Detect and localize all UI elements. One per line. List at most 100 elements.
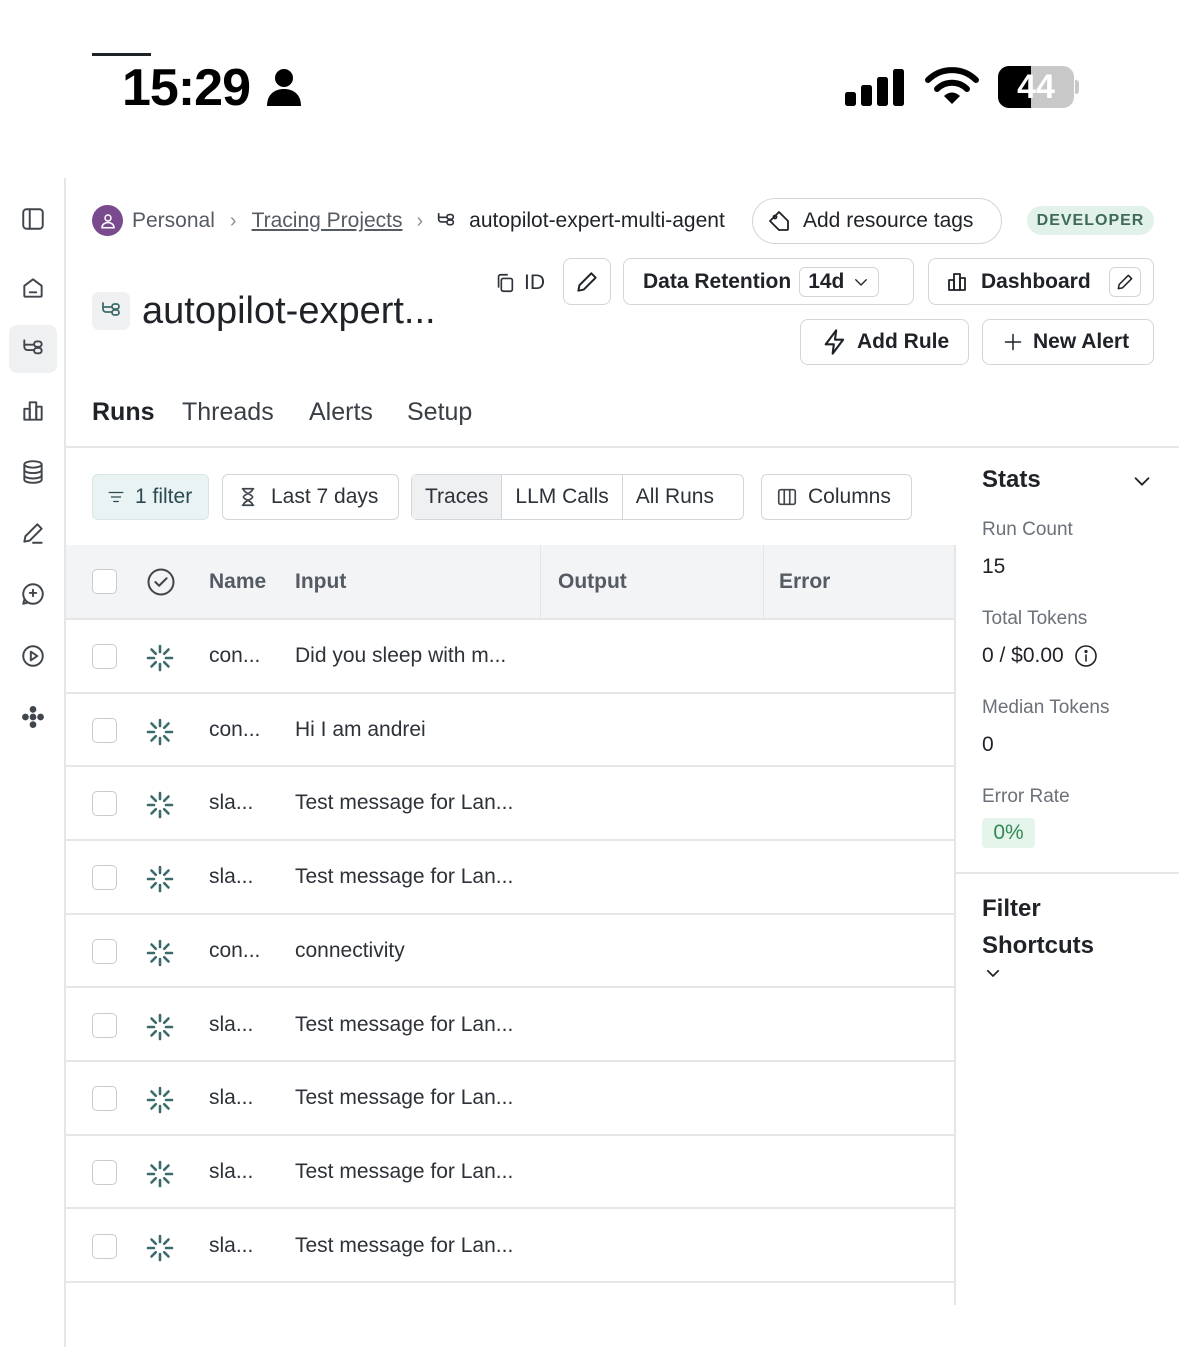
nav-prompts[interactable] [9, 570, 57, 618]
edit-dashboard-button[interactable] [1108, 266, 1141, 297]
tag-icon [769, 211, 789, 231]
chevron-right-icon: › [229, 209, 237, 232]
new-alert-button[interactable]: New Alert [982, 319, 1154, 365]
segment-traces[interactable]: Traces [412, 475, 503, 519]
column-header-output[interactable]: Output [558, 570, 627, 594]
project-tree-icon [438, 212, 455, 226]
copy-icon [497, 273, 514, 293]
table-header: Name Input Output Error [66, 545, 954, 620]
bar-chart-icon [23, 401, 43, 421]
row-checkbox[interactable] [92, 865, 117, 891]
copy-id-button[interactable]: ID [494, 268, 545, 298]
row-checkbox[interactable] [92, 1012, 117, 1038]
total-tokens-value: 0 / $0.00 [982, 644, 1064, 667]
battery-indicator: 44 [998, 66, 1079, 108]
select-all-checkbox[interactable] [92, 569, 117, 594]
data-retention-label: Data Retention [643, 269, 792, 293]
run-input: Test message for Lan... [295, 1233, 514, 1257]
table-row[interactable]: sla... Test message for Lan... [66, 1210, 954, 1284]
row-checkbox[interactable] [92, 1159, 117, 1185]
nav-home[interactable] [9, 264, 57, 312]
nav-playground[interactable] [9, 632, 57, 680]
loading-spinner-icon [146, 1086, 174, 1114]
nav-dashboards[interactable] [9, 387, 57, 435]
loading-spinner-icon [146, 792, 174, 819]
table-row[interactable]: sla... Test message for Lan... [66, 1062, 954, 1136]
column-header-name[interactable]: Name [209, 570, 266, 594]
active-tab-indicator [92, 53, 151, 56]
table-row[interactable]: con... connectivity [66, 915, 954, 989]
add-resource-tags-button[interactable]: Add resource tags [752, 198, 1002, 244]
row-checkbox[interactable] [92, 791, 117, 817]
table-row[interactable]: con... Did you sleep with m... [66, 620, 954, 694]
lightning-icon [824, 329, 845, 355]
row-checkbox[interactable] [92, 1086, 117, 1112]
data-retention-select[interactable]: 14d [799, 266, 880, 297]
loading-spinner-icon [146, 1160, 174, 1188]
row-checkbox[interactable] [92, 1233, 117, 1259]
pen-icon [23, 523, 43, 544]
segment-llm-calls[interactable]: LLM Calls [502, 475, 623, 519]
date-range-button[interactable]: Last 7 days [222, 474, 399, 520]
new-alert-label: New Alert [1033, 330, 1130, 353]
breadcrumb-workspace[interactable]: Personal [132, 209, 215, 233]
breadcrumb-project[interactable]: autopilot-expert-multi-agent [469, 209, 725, 233]
table-row[interactable]: sla... Test message for Lan... [66, 767, 954, 841]
data-retention-button[interactable]: Data Retention 14d [623, 258, 914, 305]
tab-threads[interactable]: Threads [182, 398, 274, 427]
filter-button[interactable]: 1 filter [92, 474, 209, 520]
row-checkbox[interactable] [92, 717, 117, 743]
run-name: con... [209, 644, 261, 667]
nav-deployments[interactable] [9, 693, 57, 741]
dashboard-button[interactable]: Dashboard [928, 258, 1154, 305]
runs-table: Name Input Output Error con... Did you sl… [66, 545, 956, 1305]
date-range-label: Last 7 days [271, 485, 379, 508]
row-checkbox[interactable] [92, 644, 117, 669]
column-header-input[interactable]: Input [295, 570, 346, 594]
database-icon [23, 460, 43, 484]
column-header-error[interactable]: Error [779, 570, 830, 594]
tab-alerts[interactable]: Alerts [309, 398, 373, 427]
run-input: Test message for Lan... [295, 1012, 514, 1036]
breadcrumb-tracing-projects[interactable]: Tracing Projects [252, 209, 403, 233]
data-retention-value: 14d [808, 269, 845, 293]
table-row[interactable]: sla... Test message for Lan... [66, 1136, 954, 1210]
home-icon [23, 278, 43, 298]
tab-setup[interactable]: Setup [407, 398, 472, 427]
median-tokens-value: 0 [982, 733, 994, 756]
tab-runs[interactable]: Runs [92, 398, 155, 427]
loading-spinner-icon [146, 865, 174, 893]
edit-project-button[interactable] [563, 258, 611, 305]
nav-annotations[interactable] [9, 509, 57, 557]
filter-label: 1 filter [135, 485, 193, 508]
stats-title: Stats [982, 466, 1041, 493]
row-checkbox[interactable] [92, 938, 117, 964]
run-name: sla... [209, 1159, 254, 1183]
chevron-right-icon: › [416, 209, 424, 232]
table-row[interactable]: con... Hi I am andrei [66, 694, 954, 768]
chevron-down-icon[interactable] [1131, 470, 1153, 492]
filter-shortcuts-title: Filter Shortcuts [982, 895, 1095, 959]
chevron-down-icon[interactable] [984, 964, 1002, 982]
project-tree-icon [102, 302, 120, 316]
sidebar-toggle-button[interactable] [9, 195, 57, 243]
check-circle-icon [147, 568, 175, 596]
nav-datasets[interactable] [9, 448, 57, 496]
add-rule-button[interactable]: Add Rule [800, 319, 969, 365]
plus-icon [1004, 333, 1022, 351]
nav-tracing-projects[interactable] [9, 325, 57, 373]
columns-label: Columns [808, 485, 891, 508]
run-type-segmented-control: Traces LLM Calls All Runs [411, 474, 744, 520]
columns-button[interactable]: Columns [761, 474, 912, 520]
table-row[interactable]: sla... Test message for Lan... [66, 841, 954, 915]
table-row[interactable]: sla... Test message for Lan... [66, 989, 954, 1062]
columns-icon [777, 488, 797, 506]
total-tokens-row: 0 / $0.00 [982, 644, 1098, 668]
play-circle-icon [22, 645, 44, 667]
run-input: Did you sleep with m... [295, 644, 507, 667]
project-tabs: Runs Threads Alerts Setup [66, 390, 1179, 448]
segment-all-runs[interactable]: All Runs [623, 475, 727, 519]
workspace-avatar [92, 205, 123, 236]
error-rate-value: 0% [982, 818, 1035, 848]
info-icon[interactable] [1074, 644, 1098, 668]
